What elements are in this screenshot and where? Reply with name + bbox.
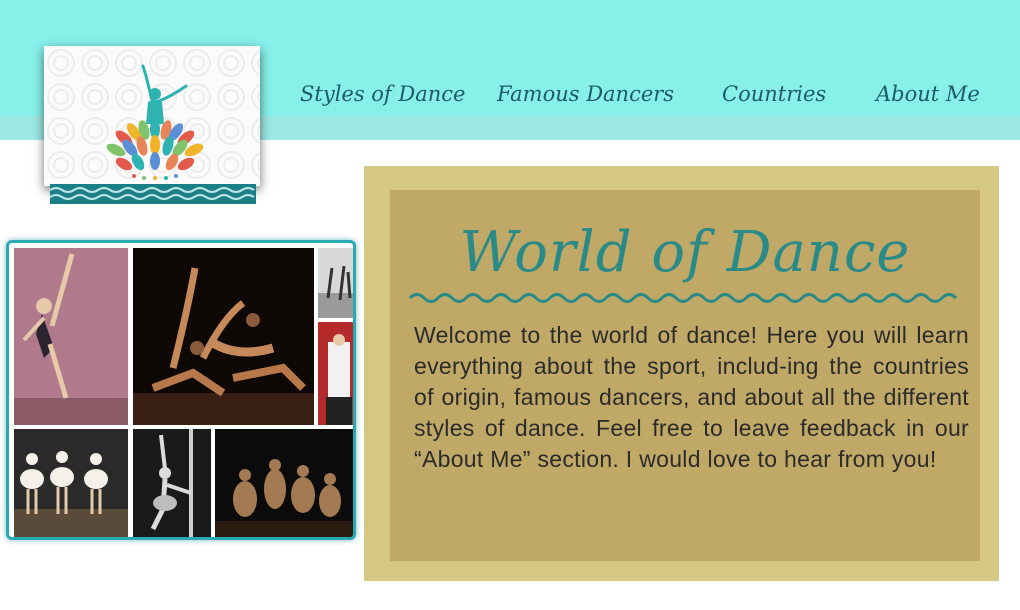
site-logo[interactable] <box>44 46 260 186</box>
welcome-intro-text: Welcome to the world of dance! Here you … <box>414 322 969 472</box>
logo-wave-decoration <box>50 184 256 204</box>
welcome-panel: World of Dance Welcome to the world of d… <box>364 166 999 581</box>
nav-about-me[interactable]: About Me <box>876 82 980 106</box>
nav-styles-of-dance[interactable]: Styles of Dance <box>300 82 465 106</box>
dancer-photo <box>215 429 353 537</box>
dancer-photo <box>133 248 314 425</box>
dancer-photo <box>318 322 353 425</box>
dancer-photo <box>14 429 128 537</box>
nav-famous-dancers[interactable]: Famous Dancers <box>497 82 674 106</box>
dancer-photo <box>14 248 128 425</box>
dancer-logo-icon <box>44 46 260 186</box>
dancer-photo <box>318 248 353 318</box>
welcome-panel-inner: World of Dance Welcome to the world of d… <box>390 190 980 561</box>
dancer-photo <box>133 429 211 537</box>
dance-photo-collage <box>6 240 356 540</box>
page-title: World of Dance <box>459 220 911 285</box>
squiggle-divider <box>408 293 958 303</box>
nav-countries[interactable]: Countries <box>722 82 826 106</box>
